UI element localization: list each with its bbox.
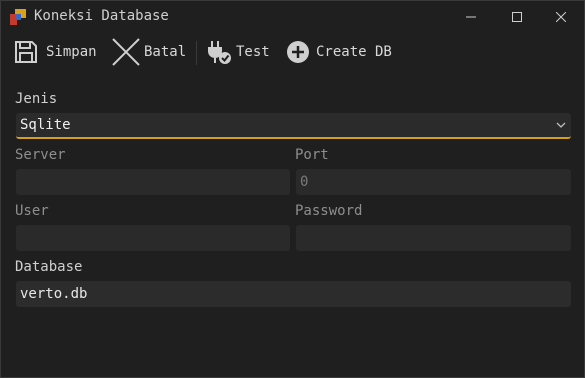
cancel-button[interactable]: Batal xyxy=(111,35,186,69)
jenis-selected-value: Sqlite xyxy=(20,117,71,133)
user-field[interactable] xyxy=(16,225,290,251)
user-label: User xyxy=(15,203,49,219)
window-title: Koneksi Database xyxy=(34,8,169,24)
close-button[interactable] xyxy=(538,1,584,33)
server-label: Server xyxy=(15,147,66,163)
app-icon xyxy=(10,9,26,25)
test-label: Test xyxy=(236,44,270,60)
jenis-label: Jenis xyxy=(15,91,58,107)
toolbar: Simpan Batal Test Create DB xyxy=(1,35,584,71)
port-label: Port xyxy=(295,147,329,163)
close-icon xyxy=(556,12,566,22)
maximize-button[interactable] xyxy=(494,1,540,33)
create-db-button[interactable]: Create DB xyxy=(286,35,392,69)
test-button[interactable]: Test xyxy=(206,35,270,69)
title-bar[interactable]: Koneksi Database xyxy=(1,1,584,33)
database-label: Database xyxy=(15,259,83,275)
minimize-button[interactable] xyxy=(448,1,494,33)
save-label: Simpan xyxy=(46,44,97,60)
server-field[interactable] xyxy=(16,169,290,195)
close-x-icon xyxy=(112,38,140,66)
jenis-select[interactable]: Sqlite xyxy=(16,113,571,139)
create-db-label: Create DB xyxy=(316,44,392,60)
save-button[interactable]: Simpan xyxy=(13,35,97,69)
maximize-icon xyxy=(512,12,522,22)
password-label: Password xyxy=(295,203,363,219)
database-field[interactable]: verto.db xyxy=(16,281,571,307)
chevron-down-icon xyxy=(556,122,566,128)
port-field[interactable]: 0 xyxy=(296,169,571,195)
connection-dialog: Koneksi Database Simpan Batal Test Creat… xyxy=(0,0,585,378)
plus-circle-icon xyxy=(287,41,309,63)
plug-check-icon xyxy=(208,41,231,64)
cancel-label: Batal xyxy=(144,44,187,60)
minimize-icon xyxy=(466,16,476,18)
toolbar-separator xyxy=(196,41,197,65)
password-field[interactable] xyxy=(296,225,571,251)
save-icon xyxy=(15,41,37,63)
